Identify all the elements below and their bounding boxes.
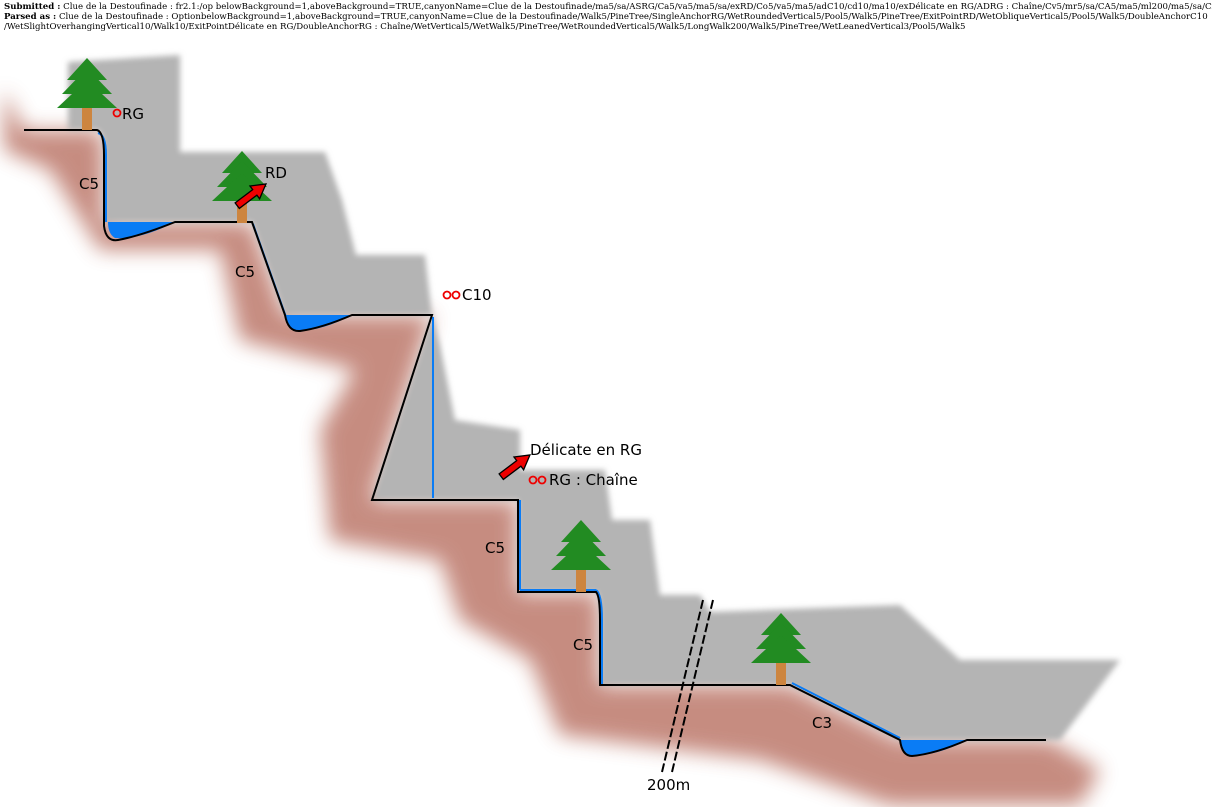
anchor-label-chaine: RG : Chaîne: [549, 471, 638, 489]
long-walk-label: 200m: [647, 776, 690, 794]
exit-label-delicate: Délicate en RG: [530, 441, 642, 459]
vertical-label: C5: [573, 636, 593, 654]
vertical-label: C5: [79, 175, 99, 193]
canyon-diagram: 200m RG RD C10 Délicate en RG RG : Chaîn…: [4, 55, 1120, 805]
anchor-label-c10: C10: [462, 286, 492, 304]
vertical-label: C3: [812, 714, 832, 732]
anchor-label-rg: RG: [122, 105, 144, 123]
anchor-icon: [451, 290, 461, 300]
anchor-icon: [442, 290, 452, 300]
exit-label-rd: RD: [265, 164, 287, 182]
vertical-label: C5: [235, 263, 255, 281]
vertical-label: C5: [485, 539, 505, 557]
